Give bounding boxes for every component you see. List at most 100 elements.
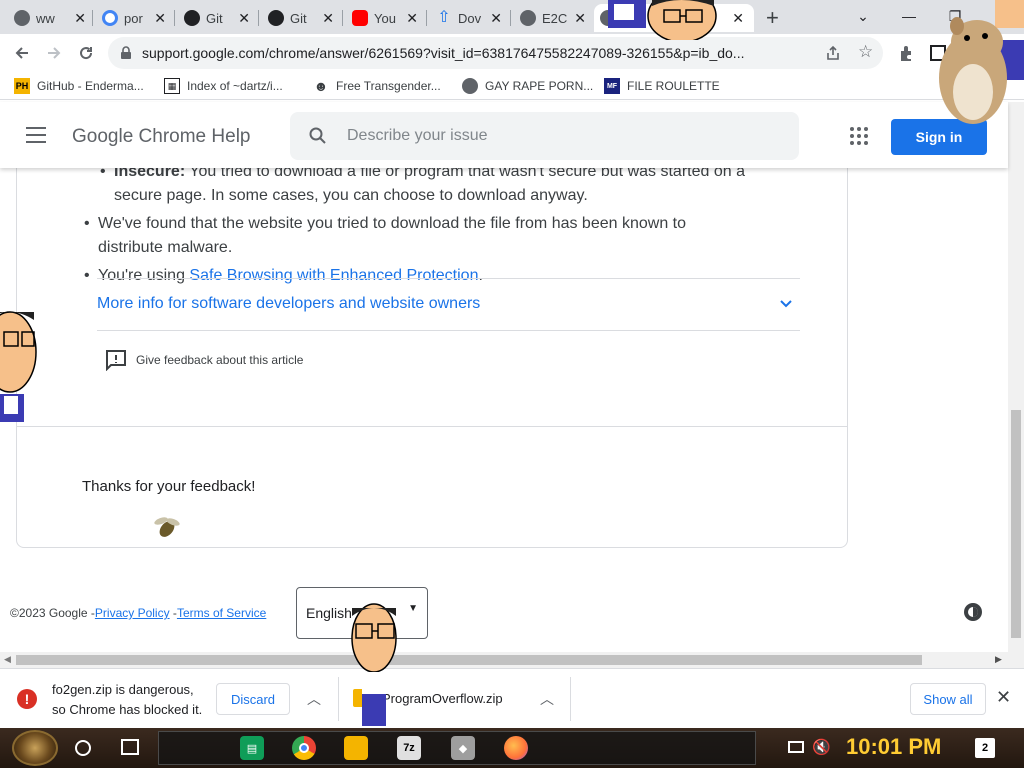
github-icon xyxy=(268,10,284,26)
horizontal-scrollbar[interactable]: ◀ ▶ xyxy=(0,652,1008,668)
sheets-icon[interactable]: ▤ xyxy=(240,736,264,760)
list-item: • Insecure: You tried to download a file… xyxy=(100,168,814,184)
share-icon[interactable] xyxy=(825,45,841,61)
privacy-policy-link[interactable]: Privacy Policy xyxy=(95,606,170,620)
network-icon[interactable] xyxy=(788,741,804,753)
list-item-cont: distribute malware. xyxy=(98,239,233,256)
search-input[interactable]: Describe your issue xyxy=(290,112,799,160)
upload-arrow-icon: ⇧ xyxy=(437,9,451,26)
tab-5[interactable]: You ✕ xyxy=(346,4,424,32)
scroll-right-icon[interactable]: ▶ xyxy=(995,654,1002,665)
bookmark-star-icon[interactable]: ☆ xyxy=(858,42,873,62)
grid-icon: ▦ xyxy=(164,78,180,94)
terms-of-service-link[interactable]: Terms of Service xyxy=(177,606,266,620)
address-bar[interactable]: support.google.com/chrome/answer/6261569… xyxy=(108,37,883,69)
notification-center-icon[interactable]: 2 xyxy=(975,738,995,758)
bookmark-item[interactable]: ▦ Index of ~dartz/i... xyxy=(164,77,283,95)
forward-button[interactable] xyxy=(40,39,68,67)
bullet-dot: • xyxy=(84,267,90,284)
more-info-accordion[interactable]: More info for software developers and we… xyxy=(97,278,800,331)
close-icon[interactable]: ✕ xyxy=(74,10,86,27)
insecure-text: You tried to download a file or program … xyxy=(185,168,745,180)
close-icon[interactable]: ✕ xyxy=(238,10,250,27)
bookmarks-bar: PH GitHub - Enderma... ▦ Index of ~dartz… xyxy=(0,72,1024,100)
bookmark-item[interactable]: GAY RAPE PORN... xyxy=(462,77,593,95)
chevron-up-icon[interactable]: ︿ xyxy=(307,689,321,709)
search-icon xyxy=(309,127,326,144)
start-button[interactable] xyxy=(12,730,58,766)
clock[interactable]: 10:01 PM xyxy=(846,734,941,760)
bookmark-item[interactable]: PH GitHub - Enderma... xyxy=(14,77,144,95)
tab-separator xyxy=(258,10,259,26)
language-value: English xyxy=(306,605,352,621)
chevron-up-icon[interactable]: ︿ xyxy=(540,689,554,709)
new-tab-button[interactable]: + xyxy=(766,5,779,31)
url-text: support.google.com/chrome/answer/6261569… xyxy=(142,45,782,61)
bookmark-label: FILE ROULETTE xyxy=(627,79,720,93)
dark-mode-icon[interactable] xyxy=(961,600,985,624)
give-feedback-link[interactable]: Give feedback about this article xyxy=(105,348,303,372)
tab-3[interactable]: Git ✕ xyxy=(178,4,256,32)
tab-search-button[interactable]: ⌄ xyxy=(840,0,886,32)
tab-title: Git xyxy=(290,10,307,26)
apps-grid-icon[interactable] xyxy=(850,127,868,145)
tab-separator xyxy=(426,10,427,26)
7zip-icon[interactable]: 7z xyxy=(397,736,421,760)
tab-1[interactable]: ww ✕ xyxy=(8,4,92,32)
thanks-text: Thanks for your feedback! xyxy=(82,478,256,495)
close-icon[interactable]: ✕ xyxy=(996,687,1011,708)
danger-icon: ! xyxy=(17,689,37,709)
close-icon[interactable]: ✕ xyxy=(490,10,502,27)
chevron-down-icon xyxy=(780,300,792,308)
page-title[interactable]: Google Chrome Help xyxy=(72,126,250,148)
windows-taskbar: ▤ 7z ◆ 🔇 10:01 PM 2 xyxy=(0,728,1024,768)
close-icon[interactable]: ✕ xyxy=(732,10,744,27)
back-button[interactable] xyxy=(8,39,36,67)
tab-title: E2C xyxy=(542,10,568,26)
tab-title: ww xyxy=(36,10,55,26)
tab-title: por xyxy=(124,10,143,26)
reload-icon xyxy=(80,47,93,60)
show-all-button[interactable]: Show all xyxy=(910,683,986,715)
url-main: support.google.com/chrome/answer/6261569… xyxy=(142,45,650,61)
close-icon[interactable]: ✕ xyxy=(574,10,586,27)
copyright-text: ©2023 Google - xyxy=(10,606,95,620)
file-explorer-icon[interactable] xyxy=(344,736,368,760)
tab-4[interactable]: Git ✕ xyxy=(262,4,340,32)
close-icon[interactable]: ✕ xyxy=(322,10,334,27)
scroll-thumb[interactable] xyxy=(16,655,922,665)
tab-2[interactable]: por ✕ xyxy=(96,4,172,32)
vertical-scrollbar[interactable] xyxy=(1008,102,1024,668)
scroll-left-icon[interactable]: ◀ xyxy=(4,654,11,665)
list-item-cont: secure page. In some cases, you can choo… xyxy=(114,187,588,204)
divider xyxy=(570,677,571,721)
close-icon[interactable]: ✕ xyxy=(154,10,166,27)
chrome-icon[interactable] xyxy=(292,736,316,760)
github-icon xyxy=(184,10,200,26)
cartoon-character-bottom xyxy=(351,603,397,726)
discard-button[interactable]: Discard xyxy=(216,683,290,715)
tab-title: Git xyxy=(206,10,223,26)
bookmark-item[interactable]: MF FILE ROULETTE xyxy=(604,77,720,95)
feedback-icon xyxy=(106,350,126,371)
dropdown-arrow-icon: ▼ xyxy=(408,603,418,614)
tab-6[interactable]: ⇧ Dov ✕ xyxy=(430,4,508,32)
bookmark-label: GAY RAPE PORN... xyxy=(485,79,594,93)
tab-separator xyxy=(342,10,343,26)
bookmark-item[interactable]: ☻ Free Transgender... xyxy=(313,77,441,95)
firefox-icon[interactable] xyxy=(504,736,528,760)
url-tail: 155&p=ib_do... xyxy=(649,45,745,61)
extensions-icon[interactable] xyxy=(898,44,916,62)
reload-button[interactable] xyxy=(72,39,100,67)
menu-icon[interactable] xyxy=(26,127,46,143)
close-icon[interactable]: ✕ xyxy=(406,10,418,27)
tab-7[interactable]: E2C ✕ xyxy=(514,4,592,32)
task-view-icon[interactable] xyxy=(121,739,139,755)
scroll-thumb[interactable] xyxy=(1011,410,1021,638)
cortana-icon[interactable] xyxy=(75,740,91,756)
volume-muted-icon[interactable]: 🔇 xyxy=(812,738,831,756)
paint-icon[interactable]: ◆ xyxy=(451,736,475,760)
pornhub-icon: PH xyxy=(14,78,30,94)
download-warning-line2: so Chrome has blocked it. xyxy=(52,702,203,717)
divider xyxy=(338,677,339,721)
